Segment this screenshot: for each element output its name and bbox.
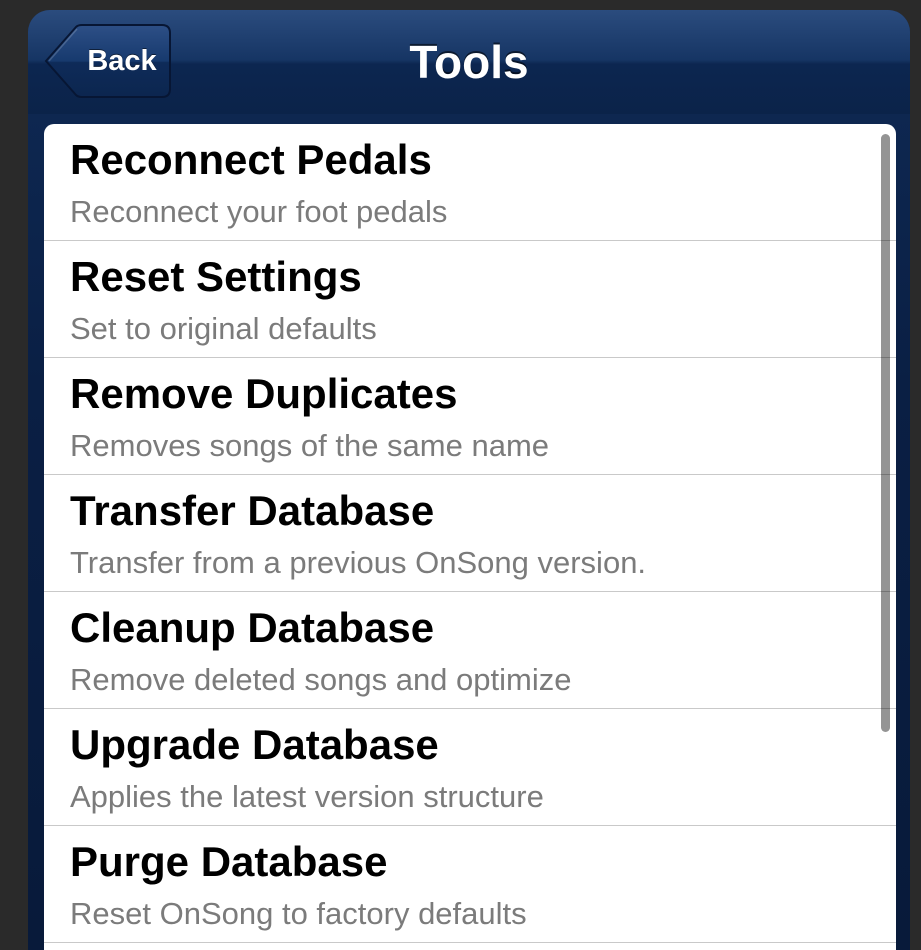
navigation-bar: Back Tools xyxy=(28,10,910,114)
tools-popover: Back Tools Reconnect Pedals Reconnect yo… xyxy=(28,10,910,950)
list-item-subtitle: Reset OnSong to factory defaults xyxy=(70,896,527,931)
list-item-title: Purge Database xyxy=(70,838,388,885)
list-item-subtitle: Set to original defaults xyxy=(70,311,377,346)
list-item-transfer-database[interactable]: Transfer Database Transfer from a previo… xyxy=(44,475,896,592)
list-item-subtitle: Removes songs of the same name xyxy=(70,428,550,463)
back-button[interactable]: Back xyxy=(44,24,171,98)
list-item-subtitle: Transfer from a previous OnSong version. xyxy=(70,545,647,580)
list-item-remove-duplicates[interactable]: Remove Duplicates Removes songs of the s… xyxy=(44,358,896,475)
list-item-upgrade-database[interactable]: Upgrade Database Applies the latest vers… xyxy=(44,709,896,826)
tools-list: Reconnect Pedals Reconnect your foot ped… xyxy=(44,124,896,950)
list-item-cleanup-database[interactable]: Cleanup Database Remove deleted songs an… xyxy=(44,592,896,709)
list-item-title: Reset Settings xyxy=(70,253,362,300)
list-item-title: Reconnect Pedals xyxy=(70,136,432,183)
list-item-title: Transfer Database xyxy=(70,487,435,534)
list-item-reconnect-pedals[interactable]: Reconnect Pedals Reconnect your foot ped… xyxy=(44,124,896,241)
list-item-title: Cleanup Database xyxy=(70,604,435,651)
list-item-subtitle: Reconnect your foot pedals xyxy=(70,194,448,229)
list-item-reset-settings[interactable]: Reset Settings Set to original defaults xyxy=(44,241,896,358)
back-button-label: Back xyxy=(87,45,157,77)
list-item-title: Upgrade Database xyxy=(70,721,439,768)
vertical-scrollbar[interactable] xyxy=(881,134,890,732)
list-item-subtitle: Applies the latest version structure xyxy=(70,779,544,814)
list-item-subtitle: Remove deleted songs and optimize xyxy=(70,662,572,697)
list-item-purge-database[interactable]: Purge Database Reset OnSong to factory d… xyxy=(44,826,896,943)
list-item-title: Remove Duplicates xyxy=(70,370,458,417)
